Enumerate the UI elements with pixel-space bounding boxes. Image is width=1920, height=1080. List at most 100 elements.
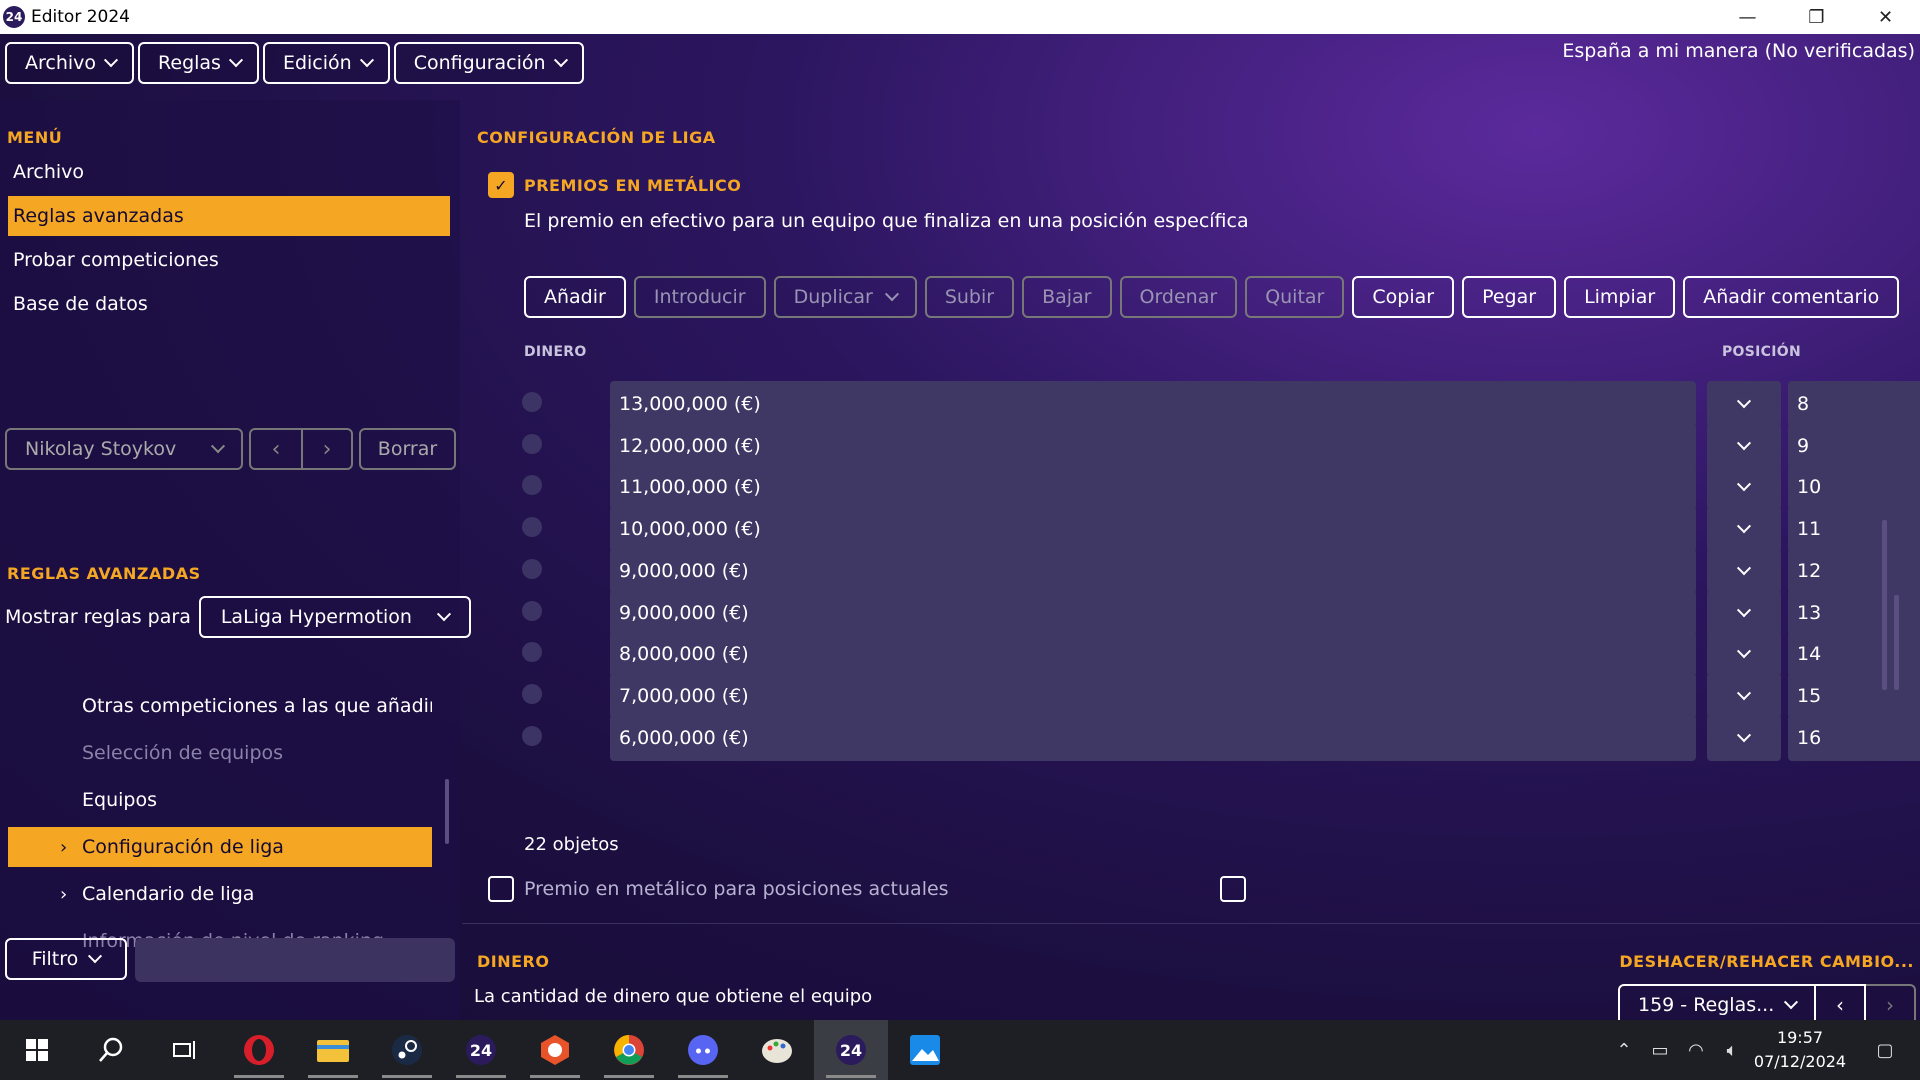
tree-item-configuracion-liga[interactable]: › Configuración de liga (8, 827, 432, 867)
tree-item[interactable]: Equipos (8, 780, 432, 820)
chevron-up-icon[interactable]: ⌃ (1606, 1040, 1642, 1061)
money-dropdown[interactable] (1707, 506, 1781, 553)
windows-start-icon[interactable] (0, 1020, 74, 1080)
money-field[interactable]: 13,000,000 (€) (610, 381, 1696, 427)
row-select-icon[interactable] (522, 558, 542, 579)
row-select-icon[interactable] (522, 517, 542, 538)
money-dropdown[interactable] (1707, 464, 1781, 511)
clear-button[interactable]: Limpiar (1564, 276, 1676, 318)
table-row[interactable]: 12,000,000 (€) 9 (522, 422, 1920, 469)
tree-item[interactable]: Selección de equipos (8, 733, 432, 773)
table-scrollbar[interactable] (1882, 520, 1887, 690)
money-dropdown[interactable] (1707, 422, 1781, 469)
position-field[interactable]: 8 (1788, 381, 1920, 427)
position-field[interactable]: 15 (1788, 672, 1920, 719)
prize-checkbox[interactable]: ✓ (488, 172, 514, 198)
menu-edicion[interactable]: Edición (262, 42, 390, 84)
money-dropdown[interactable] (1707, 631, 1781, 678)
current-positions-value-checkbox[interactable] (1220, 876, 1246, 902)
fm24-launcher-icon[interactable]: 24 (444, 1020, 518, 1080)
row-select-icon[interactable] (522, 683, 542, 704)
row-select-icon[interactable] (522, 392, 542, 412)
table-row[interactable]: 13,000,000 (€) 8 (522, 381, 1920, 427)
position-field[interactable]: 11 (1788, 506, 1920, 553)
table-row[interactable]: 11,000,000 (€) 10 (522, 464, 1920, 511)
restore-button[interactable]: ❐ (1782, 0, 1851, 34)
table-row[interactable]: 8,000,000 (€) 14 (522, 631, 1920, 678)
money-dropdown[interactable] (1707, 589, 1781, 636)
notifications-icon[interactable]: ▢ (1850, 1040, 1920, 1061)
money-field[interactable]: 8,000,000 (€) (610, 631, 1696, 678)
move-up-button[interactable]: Subir (924, 276, 1015, 318)
next-user-button[interactable]: › (301, 430, 351, 468)
battery-icon[interactable]: ▭ (1642, 1040, 1678, 1061)
menu-item-probar-competiciones[interactable]: Probar competiciones (8, 240, 450, 280)
wifi-icon[interactable]: ◠ (1678, 1040, 1714, 1061)
menu-item-base-de-datos[interactable]: Base de datos (8, 284, 450, 324)
row-select-icon[interactable] (522, 600, 542, 621)
paint-icon[interactable] (740, 1020, 814, 1080)
copy-button[interactable]: Copiar (1352, 276, 1455, 318)
menu-reglas[interactable]: Reglas (138, 42, 259, 84)
money-dropdown[interactable] (1707, 381, 1781, 427)
close-button[interactable]: ✕ (1851, 0, 1920, 34)
money-field[interactable]: 6,000,000 (€) (610, 714, 1696, 761)
row-select-icon[interactable] (522, 725, 542, 746)
volume-icon[interactable]: 🔈︎ (1714, 1040, 1750, 1061)
table-row[interactable]: 7,000,000 (€) 15 (522, 672, 1920, 719)
position-field[interactable]: 16 (1788, 714, 1920, 761)
task-view-icon[interactable] (148, 1020, 222, 1080)
money-field[interactable]: 12,000,000 (€) (610, 422, 1696, 469)
position-field[interactable]: 13 (1788, 589, 1920, 636)
fm-tool-icon[interactable] (518, 1020, 592, 1080)
add-button[interactable]: Añadir (524, 276, 626, 318)
delete-button[interactable]: Borrar (359, 428, 456, 470)
position-field[interactable]: 9 (1788, 422, 1920, 469)
money-dropdown[interactable] (1707, 714, 1781, 761)
table-row[interactable]: 6,000,000 (€) 16 (522, 714, 1920, 761)
tree-item[interactable]: Otras competiciones a las que añadir fi (8, 686, 432, 726)
table-row[interactable]: 10,000,000 (€) 11 (522, 506, 1920, 553)
duplicate-button[interactable]: Duplicar (773, 276, 917, 318)
money-field[interactable]: 9,000,000 (€) (610, 547, 1696, 594)
table-row[interactable]: 9,000,000 (€) 12 (522, 547, 1920, 594)
remove-button[interactable]: Quitar (1245, 276, 1345, 318)
menu-item-reglas-avanzadas[interactable]: Reglas avanzadas (8, 196, 450, 236)
current-positions-checkbox[interactable] (488, 876, 514, 902)
file-explorer-icon[interactable] (296, 1020, 370, 1080)
paste-button[interactable]: Pegar (1462, 276, 1557, 318)
table-row[interactable]: 9,000,000 (€) 13 (522, 589, 1920, 636)
filter-input[interactable] (135, 938, 455, 982)
sort-button[interactable]: Ordenar (1119, 276, 1238, 318)
panel-scrollbar[interactable] (1894, 595, 1899, 690)
fm24-editor-icon[interactable]: 24 (814, 1020, 888, 1080)
move-down-button[interactable]: Bajar (1022, 276, 1112, 318)
tree-item-calendario[interactable]: › Calendario de liga (8, 874, 432, 914)
money-field[interactable]: 7,000,000 (€) (610, 672, 1696, 719)
money-field[interactable]: 10,000,000 (€) (610, 506, 1696, 553)
clock[interactable]: 19:57 07/12/2024 (1750, 1026, 1850, 1074)
add-comment-button[interactable]: Añadir comentario (1683, 276, 1900, 318)
league-select[interactable]: LaLiga Hypermotion (198, 596, 471, 638)
menu-configuracion[interactable]: Configuración (393, 42, 584, 84)
prev-user-button[interactable]: ‹ (251, 430, 301, 468)
row-select-icon[interactable] (522, 642, 542, 663)
money-dropdown[interactable] (1707, 672, 1781, 719)
position-field[interactable]: 12 (1788, 547, 1920, 594)
insert-button[interactable]: Introducir (633, 276, 766, 318)
user-select[interactable]: Nikolay Stoykov (5, 428, 243, 470)
chrome-icon[interactable] (592, 1020, 666, 1080)
money-field[interactable]: 11,000,000 (€) (610, 464, 1696, 511)
filter-button[interactable]: Filtro (5, 938, 127, 980)
search-icon[interactable] (74, 1020, 148, 1080)
row-select-icon[interactable] (522, 475, 542, 496)
money-field[interactable]: 9,000,000 (€) (610, 589, 1696, 636)
opera-icon[interactable] (222, 1020, 296, 1080)
position-field[interactable]: 10 (1788, 464, 1920, 511)
photos-icon[interactable] (888, 1020, 962, 1080)
discord-icon[interactable] (666, 1020, 740, 1080)
left-scrollbar[interactable] (445, 779, 449, 844)
row-select-icon[interactable] (522, 433, 542, 454)
money-dropdown[interactable] (1707, 547, 1781, 594)
menu-item-archivo[interactable]: Archivo (8, 152, 450, 192)
